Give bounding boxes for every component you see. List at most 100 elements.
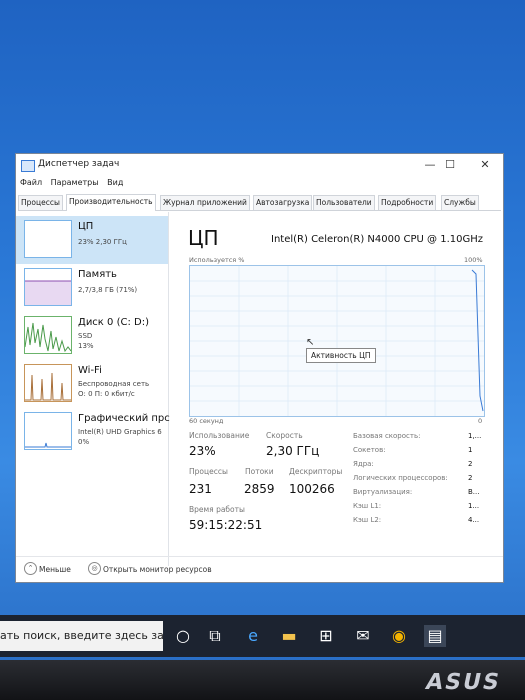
spec-value: 1,...: [468, 432, 482, 440]
spec-label: Виртуализация:: [353, 488, 413, 496]
sidebar-item-detail: 13%: [78, 342, 94, 350]
threads-label: Потоки: [245, 467, 274, 476]
uptime-value: 59:15:22:51: [189, 518, 263, 532]
window-title: Диспетчер задач: [38, 159, 120, 169]
menu-view[interactable]: Вид: [107, 178, 123, 187]
task-view-icon[interactable]: ⧉: [204, 625, 226, 647]
spec-value: 4...: [468, 516, 480, 524]
wifi-graph: [25, 372, 71, 401]
gpu-graph: [25, 442, 71, 448]
mouse-pointer-icon: ↖: [306, 337, 315, 348]
taskbar: ать поиск, введите здесь запрос ○ ⧉ e ▬ …: [0, 615, 525, 657]
tab-startup[interactable]: Автозагрузка: [253, 195, 313, 210]
minimize-button[interactable]: —: [421, 157, 439, 173]
usage-label: Использование: [189, 431, 250, 440]
menu-options[interactable]: Параметры: [51, 178, 99, 187]
processes-label: Процессы: [189, 467, 228, 476]
wifi-thumbnail: [24, 364, 72, 402]
sidebar-item-label: ЦП: [78, 221, 94, 232]
spec-value: 1: [468, 446, 473, 454]
tab-app-history[interactable]: Журнал приложений: [160, 195, 250, 210]
menu-file[interactable]: Файл: [20, 178, 42, 187]
spec-label: Сокетов:: [353, 446, 386, 454]
speed-label: Скорость: [266, 431, 303, 440]
cortana-icon[interactable]: ○: [172, 625, 194, 647]
open-resource-monitor-link[interactable]: Открыть монитор ресурсов: [103, 565, 212, 574]
usage-value: 23%: [189, 444, 216, 458]
graph-max-label: 100%: [464, 256, 483, 264]
spec-value: В...: [468, 488, 480, 496]
sidebar-item-detail: SSD: [78, 332, 93, 340]
sidebar-item-memory[interactable]: Память 2,7/3,8 ГБ (71%): [16, 264, 168, 312]
uptime-label: Время работы: [189, 505, 245, 514]
tab-services[interactable]: Службы: [441, 195, 479, 210]
tab-users[interactable]: Пользователи: [313, 195, 375, 210]
desktop: Диспетчер задач — ☐ ✕ Файл Параметры Вид…: [0, 0, 525, 660]
handles-value: 100266: [289, 482, 335, 496]
sidebar-item-detail: Беспроводная сеть: [78, 380, 150, 388]
menu-bar: Файл Параметры Вид: [16, 178, 125, 192]
spec-label: Ядра:: [353, 460, 374, 468]
memory-graph: [25, 280, 71, 305]
tab-strip: Процессы Производительность Журнал прило…: [18, 194, 501, 211]
sidebar-item-detail: 0%: [78, 438, 90, 446]
title-bar[interactable]: Диспетчер задач — ☐ ✕: [16, 154, 503, 176]
laptop-bezel: ASUS: [0, 660, 525, 700]
sidebar-item-detail: Intel(R) UHD Graphics 6: [78, 428, 162, 436]
cpu-thumbnail: [24, 220, 72, 258]
tab-performance[interactable]: Производительность: [66, 194, 156, 211]
cpu-usage-graph: [189, 265, 485, 417]
resource-list: ЦП 23% 2,30 ГГц Память 2,7/3,8 ГБ (71%): [16, 212, 170, 566]
cpu-model: Intel(R) Celeron(R) N4000 CPU @ 1.10GHz: [271, 234, 483, 245]
speed-value: 2,30 ГГц: [266, 444, 320, 458]
panel-title: ЦП: [188, 226, 219, 250]
spec-label: Базовая скорость:: [353, 432, 421, 440]
taskbar-search-box[interactable]: ать поиск, введите здесь запрос: [0, 621, 163, 651]
disk-graph: [25, 322, 71, 353]
memory-thumbnail: [24, 268, 72, 306]
resource-monitor-icon: ◎: [88, 562, 101, 575]
task-manager-window: Диспетчер задач — ☐ ✕ Файл Параметры Вид…: [15, 153, 504, 583]
chrome-icon[interactable]: ◉: [388, 625, 410, 647]
spec-label: Кэш L2:: [353, 516, 382, 524]
task-manager-icon: [21, 160, 35, 172]
chevron-up-icon[interactable]: ⌃: [24, 562, 37, 575]
footer-bar: ⌃ Меньше ◎ Открыть монитор ресурсов: [16, 556, 503, 581]
sidebar-item-detail: О: 0 П: 0 кбит/с: [78, 390, 135, 398]
spec-value: 2: [468, 460, 473, 468]
fewer-details-link[interactable]: Меньше: [39, 565, 71, 574]
sidebar-item-label: Диск 0 (C: D:): [78, 317, 149, 328]
sidebar-item-disk[interactable]: Диск 0 (C: D:) SSD 13%: [16, 312, 168, 360]
graph-y-label: Используется %: [189, 256, 245, 264]
disk-thumbnail: [24, 316, 72, 354]
processes-value: 231: [189, 482, 212, 496]
sidebar-item-gpu[interactable]: Графический прс Intel(R) UHD Graphics 6 …: [16, 408, 170, 456]
sidebar-item-wifi[interactable]: Wi-Fi Беспроводная сеть О: 0 П: 0 кбит/с: [16, 360, 168, 408]
graph-tooltip: Активность ЦП: [306, 348, 376, 363]
sidebar-item-detail: 23% 2,30 ГГц: [78, 238, 127, 246]
sidebar-item-label: Память: [78, 269, 117, 280]
task-manager-taskbar-icon[interactable]: ▤: [424, 625, 446, 647]
maximize-button[interactable]: ☐: [441, 157, 459, 173]
sidebar-item-label: Wi-Fi: [78, 365, 102, 376]
threads-value: 2859: [244, 482, 275, 496]
graph-min-label: 0: [478, 417, 483, 425]
store-icon[interactable]: ⊞: [315, 625, 337, 647]
tab-details[interactable]: Подробности: [378, 195, 437, 210]
gpu-thumbnail: [24, 412, 72, 450]
edge-icon[interactable]: e: [242, 625, 264, 647]
close-button[interactable]: ✕: [476, 157, 494, 173]
sidebar-item-cpu[interactable]: ЦП 23% 2,30 ГГц: [16, 216, 168, 264]
cpu-graph-svg: [190, 266, 484, 416]
tab-processes[interactable]: Процессы: [18, 195, 63, 210]
spec-value: 1...: [468, 502, 480, 510]
handles-label: Дескрипторы: [289, 467, 343, 476]
file-explorer-icon[interactable]: ▬: [278, 625, 300, 647]
sidebar-item-label: Графический прс: [78, 413, 170, 424]
asus-logo: ASUS: [423, 670, 504, 695]
spec-label: Кэш L1:: [353, 502, 382, 510]
sidebar-item-detail: 2,7/3,8 ГБ (71%): [78, 286, 138, 294]
spec-value: 2: [468, 474, 473, 482]
graph-time-label: 60 секунд: [189, 417, 224, 425]
mail-icon[interactable]: ✉: [352, 625, 374, 647]
